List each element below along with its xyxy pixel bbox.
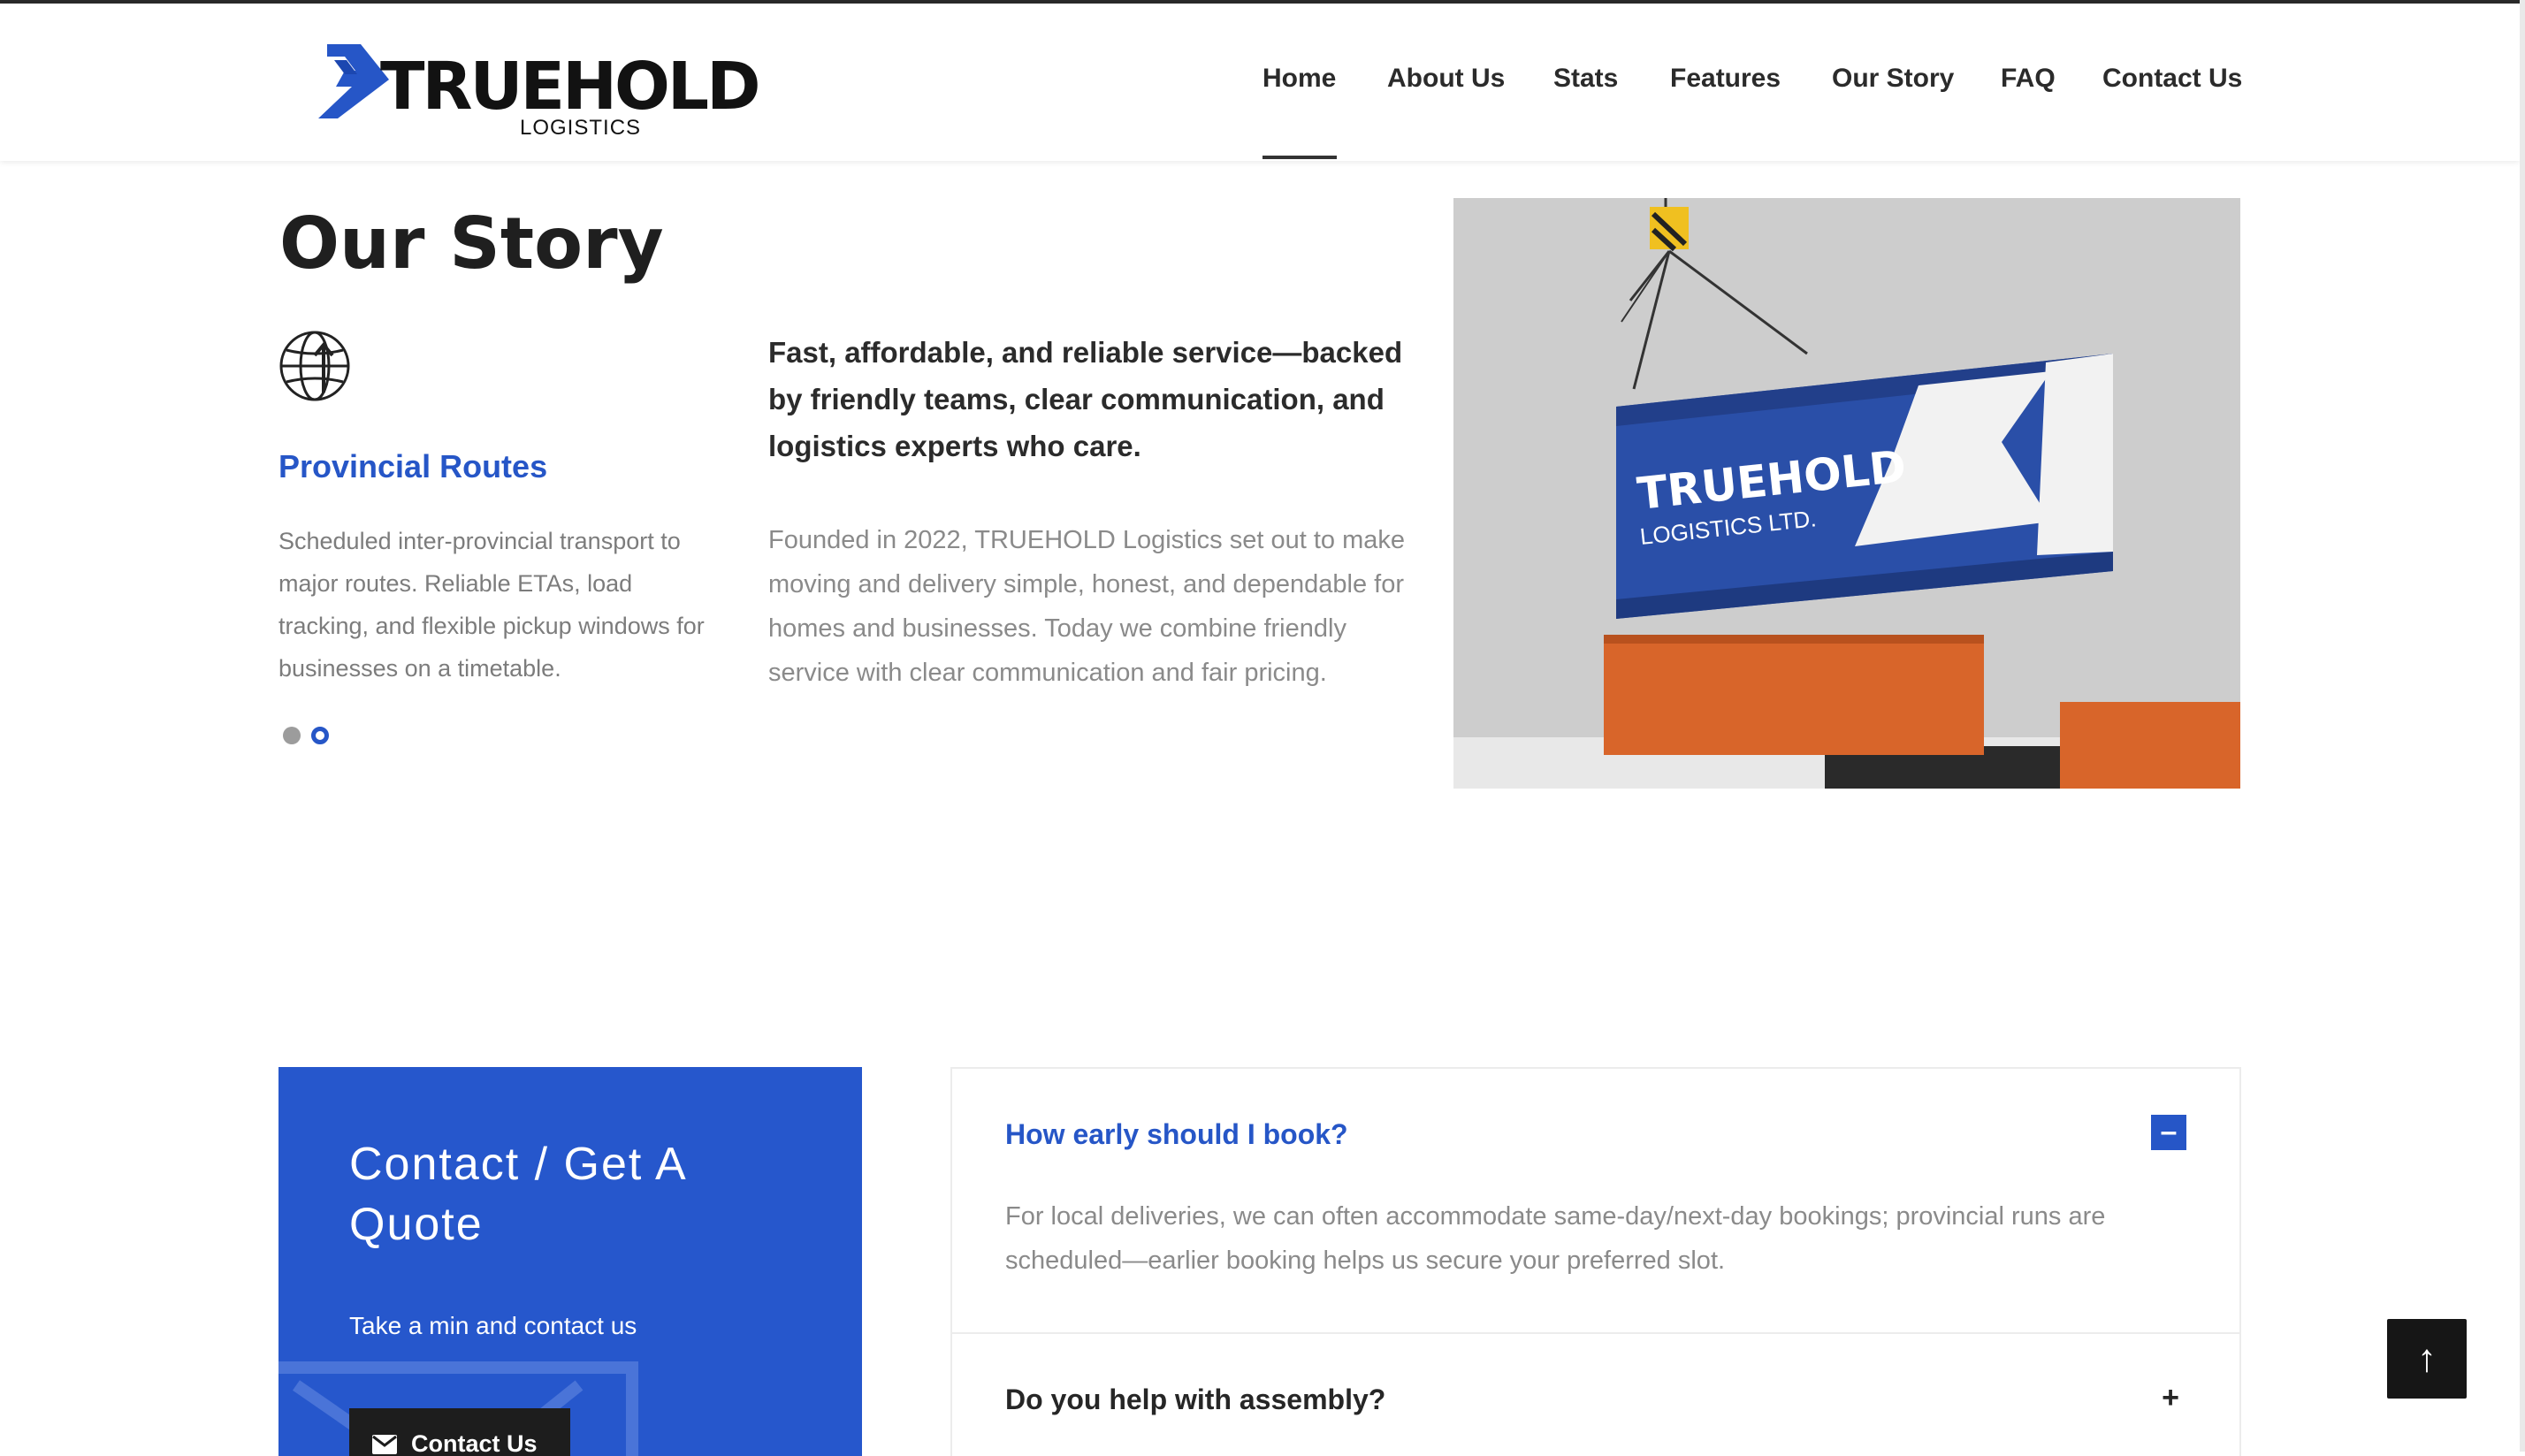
contact-us-button[interactable]: Contact Us [349, 1408, 570, 1456]
slider-dot-2[interactable] [311, 727, 329, 744]
nav-active-indicator [1262, 156, 1337, 159]
faq-question-1[interactable]: How early should I book? [1005, 1117, 1348, 1152]
brand-logo[interactable]: TRUEHOLD LOGISTICS [318, 41, 778, 145]
story-body: Founded in 2022, TRUEHOLD Logistics set … [768, 526, 1406, 687]
nav-features[interactable]: Features [1670, 64, 1781, 94]
feature-title: Provincial Routes [278, 448, 548, 484]
faq-answer-1: For local deliveries, we can often accom… [1005, 1202, 2106, 1275]
contact-us-button-label: Contact Us [411, 1430, 538, 1456]
faq-accordion: How early should I book? – For local del… [950, 1067, 2241, 1456]
story-tagline: Fast, affordable, and reliable service—b… [768, 336, 1403, 462]
nav-home[interactable]: Home [1262, 64, 1336, 94]
container-photo: TRUEHOLD LOGISTICS LTD. [1453, 198, 2240, 789]
arrow-up-icon: ↑ [2417, 1337, 2437, 1380]
nav-stats[interactable]: Stats [1553, 64, 1618, 94]
brand-tagline: LOGISTICS [520, 116, 642, 140]
nav-about-us[interactable]: About Us [1387, 64, 1505, 94]
quote-subtitle: Take a min and contact us [349, 1312, 637, 1339]
nav-contact-us[interactable]: Contact Us [2102, 64, 2242, 94]
slider-dot-1[interactable] [283, 727, 301, 744]
scroll-to-top-button[interactable]: ↑ [2387, 1319, 2467, 1399]
site-header: TRUEHOLD LOGISTICS Home About Us Stats F… [0, 4, 2520, 161]
page-scrollbar[interactable] [2520, 0, 2525, 1452]
collapse-icon[interactable]: – [2151, 1115, 2186, 1150]
chevron-logo-icon [318, 44, 389, 118]
expand-icon[interactable]: + [2158, 1380, 2183, 1415]
quote-title: Contact / Get A Quote [349, 1139, 685, 1250]
faq-question-2[interactable]: Do you help with assembly? [1005, 1382, 1385, 1417]
faq-divider [952, 1332, 2239, 1334]
feature-description: Scheduled inter-provincial transport to … [278, 528, 705, 682]
quote-panel: Contact / Get A Quote Take a min and con… [278, 1067, 862, 1456]
nav-faq[interactable]: FAQ [2001, 64, 2056, 94]
section-title: Our Story [279, 202, 664, 285]
globe-arrow-icon [279, 331, 350, 401]
nav-our-story[interactable]: Our Story [1832, 64, 1954, 94]
brand-name: TRUEHOLD [380, 49, 761, 125]
